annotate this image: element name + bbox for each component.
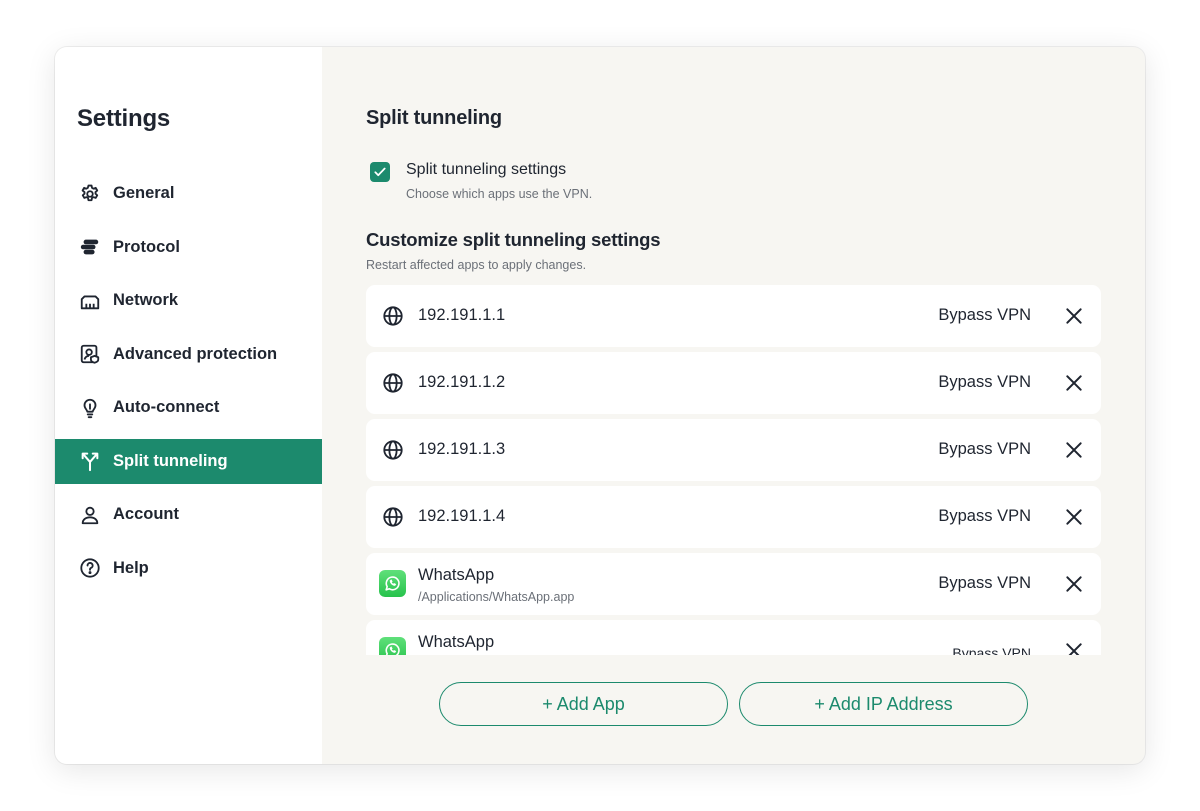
customize-title: Customize split tunneling settings xyxy=(366,229,661,250)
advanced-protection-icon xyxy=(79,343,101,365)
gear-icon xyxy=(79,183,101,205)
globe-icon xyxy=(381,438,405,462)
sidebar-item-label: Help xyxy=(113,558,149,577)
sidebar-item-label: Advanced protection xyxy=(113,344,278,363)
sidebar-item-network[interactable]: Network xyxy=(55,278,322,323)
sidebar: Settings General Protocol Network Advanc… xyxy=(55,47,322,764)
list-item: WhatsApp Bypass VPN xyxy=(366,620,1101,655)
entry-mode[interactable]: Bypass VPN xyxy=(952,645,1031,655)
sidebar-item-advanced-protection[interactable]: Advanced protection xyxy=(55,332,322,377)
sidebar-nav: General Protocol Network Advanced protec… xyxy=(55,171,322,599)
close-icon xyxy=(1066,442,1082,458)
entry-mode[interactable]: Bypass VPN xyxy=(938,507,1031,526)
sidebar-item-auto-connect[interactable]: Auto-connect xyxy=(55,385,322,430)
list-item: 192.191.1.1 Bypass VPN xyxy=(366,285,1101,347)
remove-button[interactable] xyxy=(1064,306,1084,326)
close-icon xyxy=(1066,576,1082,592)
list-item: 192.191.1.2 Bypass VPN xyxy=(366,352,1101,414)
sidebar-item-label: Protocol xyxy=(113,237,180,256)
lightbulb-icon xyxy=(79,397,101,419)
close-icon xyxy=(1066,308,1082,324)
entry-name: 192.191.1.3 xyxy=(418,440,506,458)
remove-button[interactable] xyxy=(1064,641,1084,655)
remove-button[interactable] xyxy=(1064,507,1084,527)
close-icon xyxy=(1066,375,1082,391)
sidebar-item-label: General xyxy=(113,184,175,202)
sidebar-title: Settings xyxy=(77,105,171,132)
close-icon xyxy=(1066,643,1082,655)
sidebar-item-label: Auto-connect xyxy=(113,398,220,416)
split-tunnel-list[interactable]: 192.191.1.1 Bypass VPN 192.191.1.2 Bypas… xyxy=(366,285,1101,655)
split-tunneling-checkbox[interactable] xyxy=(370,162,390,182)
user-icon xyxy=(79,504,101,526)
protocol-icon xyxy=(79,236,101,258)
remove-button[interactable] xyxy=(1064,440,1084,460)
globe-icon xyxy=(381,304,405,328)
sidebar-item-general[interactable]: General xyxy=(55,171,322,216)
entry-name: WhatsApp xyxy=(418,633,495,651)
checkbox-label: Split tunneling settings xyxy=(406,161,567,178)
sidebar-item-label: Account xyxy=(113,505,179,523)
list-item: 192.191.1.3 Bypass VPN xyxy=(366,419,1101,481)
entry-name: 192.191.1.1 xyxy=(418,306,506,324)
entry-name: 192.191.1.4 xyxy=(418,507,506,525)
whatsapp-icon xyxy=(379,637,406,655)
remove-button[interactable] xyxy=(1064,373,1084,393)
sidebar-item-split-tunneling[interactable]: Split tunneling xyxy=(55,438,322,484)
check-icon xyxy=(374,167,386,177)
split-icon xyxy=(79,450,101,472)
entry-mode[interactable]: Bypass VPN xyxy=(938,440,1031,459)
checkbox-description: Choose which apps use the VPN. xyxy=(406,187,593,201)
sidebar-item-label: Network xyxy=(113,291,179,309)
page-title: Split tunneling xyxy=(366,107,502,129)
globe-icon xyxy=(381,505,405,529)
main-panel: Split tunneling Split tunneling settings… xyxy=(322,47,1145,764)
list-item: 192.191.1.4 Bypass VPN xyxy=(366,486,1101,548)
entry-name: 192.191.1.2 xyxy=(418,373,506,391)
help-icon xyxy=(79,557,101,579)
entry-name: WhatsApp xyxy=(418,566,495,584)
settings-window: Settings General Protocol Network Advanc… xyxy=(55,47,1145,764)
add-ip-address-button[interactable]: + Add IP Address xyxy=(739,682,1028,726)
network-icon xyxy=(79,290,101,312)
sidebar-item-help[interactable]: Help xyxy=(55,546,322,591)
entry-mode[interactable]: Bypass VPN xyxy=(938,574,1031,593)
entry-mode[interactable]: Bypass VPN xyxy=(938,306,1031,325)
sidebar-item-account[interactable]: Account xyxy=(55,492,322,537)
entry-mode[interactable]: Bypass VPN xyxy=(938,373,1031,392)
entry-path: /Applications/WhatsApp.app xyxy=(418,590,575,604)
list-item: WhatsApp /Applications/WhatsApp.app Bypa… xyxy=(366,553,1101,615)
remove-button[interactable] xyxy=(1064,574,1084,594)
add-app-button[interactable]: + Add App xyxy=(439,682,728,726)
globe-icon xyxy=(381,371,405,395)
sidebar-item-protocol[interactable]: Protocol xyxy=(55,225,322,270)
sidebar-item-label: Split tunneling xyxy=(113,451,228,470)
whatsapp-icon xyxy=(379,570,406,597)
customize-description: Restart affected apps to apply changes. xyxy=(366,258,587,272)
close-icon xyxy=(1066,509,1082,525)
